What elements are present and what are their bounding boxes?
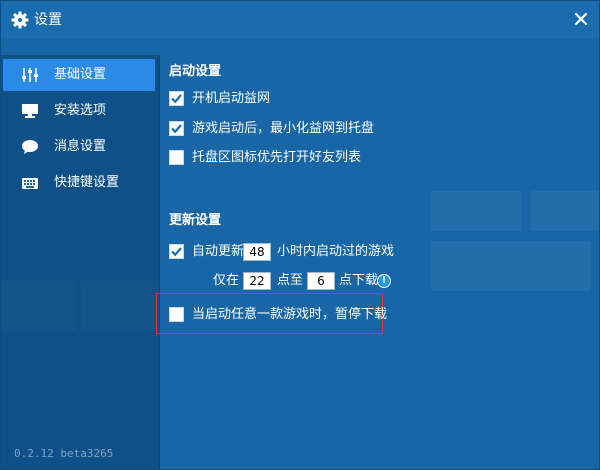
sidebar-divider: [159, 55, 160, 469]
monitor-icon: [22, 104, 38, 118]
close-icon[interactable]: [571, 9, 591, 29]
info-icon[interactable]: !: [377, 274, 391, 288]
sidebar-item-install-options[interactable]: 安装选项: [3, 95, 155, 127]
sidebar-item-label: 快捷键设置: [54, 175, 120, 190]
sidebar-item-label: 消息设置: [54, 139, 107, 154]
settings-window: 设置 基础设置 安装选项 消息设置 快捷键设置 启动设置 开机启动益网 游戏启动…: [0, 0, 600, 470]
background-decoration: [431, 191, 521, 231]
schedule-suffix: 点下载: [339, 273, 379, 288]
update-section-title: 更新设置: [169, 213, 222, 228]
minimize-to-tray-checkbox[interactable]: [169, 121, 184, 136]
auto-update-hours-input[interactable]: 48: [243, 243, 271, 261]
sliders-icon: [22, 68, 38, 82]
checkbox-label: 游戏启动后，最小化益网到托盘: [192, 121, 375, 136]
sidebar-item-label: 基础设置: [54, 67, 107, 82]
background-decoration: [431, 241, 591, 291]
checkbox-label: 开机启动益网: [192, 91, 271, 106]
checkbox-label: 托盘区图标优先打开好友列表: [192, 150, 362, 165]
pause-download-checkbox[interactable]: [169, 307, 184, 322]
checkmark-icon: [171, 124, 182, 134]
checkbox-label: 当启动任意一款游戏时，暂停下载: [192, 307, 388, 322]
chat-bubble-icon: [22, 140, 38, 154]
checkmark-icon: [171, 247, 182, 257]
keyboard-icon: [22, 178, 38, 189]
title-bar: 设置: [1, 1, 599, 39]
schedule-middle-text: 点至: [277, 273, 304, 288]
auto-update-hours-suffix: 小时内启动过的游戏: [277, 244, 395, 259]
startup-section-title: 启动设置: [169, 64, 222, 79]
boot-start-checkbox[interactable]: [169, 91, 184, 106]
schedule-start-hour-input[interactable]: 22: [243, 272, 271, 290]
sidebar-item-label: 安装选项: [54, 103, 107, 118]
background-decoration: [531, 191, 599, 231]
auto-update-label: 自动更新: [192, 244, 245, 259]
schedule-end-hour-input[interactable]: 6: [307, 272, 335, 290]
version-label: 0.2.12 beta3265: [14, 447, 114, 460]
schedule-prefix: 仅在: [213, 273, 240, 288]
window-title: 设置: [34, 12, 62, 28]
checkmark-icon: [171, 94, 182, 104]
sidebar-item-message-settings[interactable]: 消息设置: [3, 131, 155, 163]
sidebar-item-basic-settings[interactable]: 基础设置: [3, 59, 155, 91]
auto-update-checkbox[interactable]: [169, 244, 184, 259]
tray-friends-checkbox[interactable]: [169, 150, 184, 165]
sidebar: 基础设置 安装选项 消息设置 快捷键设置: [1, 55, 159, 469]
sidebar-item-hotkey-settings[interactable]: 快捷键设置: [3, 167, 155, 199]
gear-icon: [11, 11, 29, 29]
